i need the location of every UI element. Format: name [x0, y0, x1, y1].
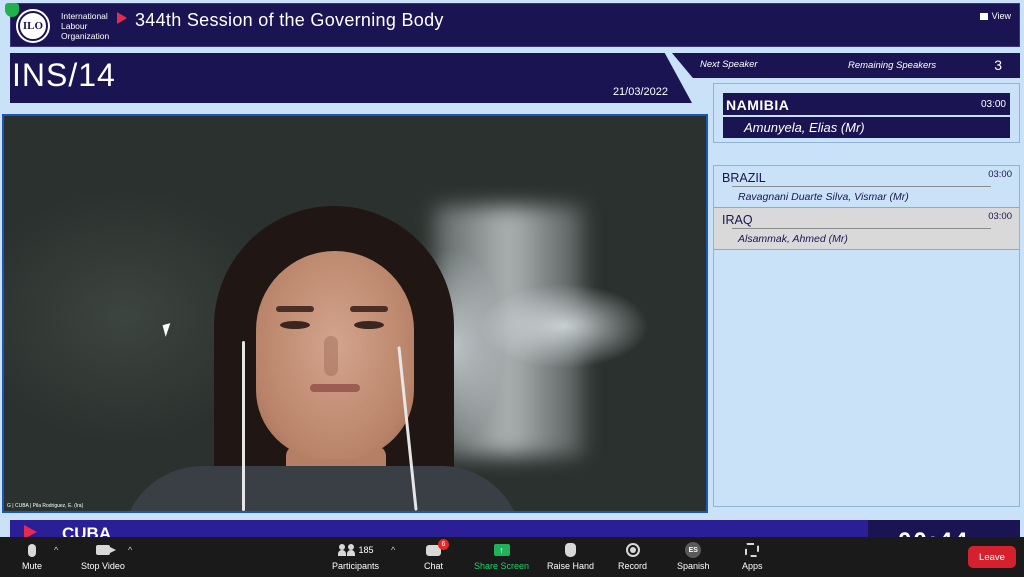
raise-hand-label: Raise Hand	[547, 561, 595, 571]
divider	[732, 228, 991, 229]
agenda-item-code: INS/14	[12, 57, 116, 93]
participants-icon	[337, 544, 355, 556]
agenda-date: 21/03/2022	[612, 86, 668, 98]
share-screen-button[interactable]: ↑ Share Screen	[474, 541, 529, 571]
next-speaker-person-bar: Amunyela, Elias (Mr)	[723, 117, 1010, 138]
speaker-time: 03:00	[988, 211, 1012, 222]
divider	[732, 186, 991, 187]
next-speaker-country-bar: NAMIBIA 03:00	[723, 93, 1010, 115]
language-button[interactable]: ES Spanish	[677, 541, 710, 571]
participant-label: G | CUBA | Pila Rodriguez, E. (Ira)	[7, 503, 84, 509]
record-label: Record	[618, 561, 648, 571]
session-header: ILO International Labour Organization 34…	[5, 3, 1020, 47]
chat-button[interactable]: 6 Chat	[424, 538, 449, 571]
speaker-person: Ravagnani Duarte Silva, Vismar (Mr)	[738, 191, 909, 203]
background-light	[434, 206, 584, 456]
participants-label: Participants	[332, 561, 380, 571]
participant-nose	[324, 336, 338, 376]
play-icon	[117, 12, 127, 24]
chat-label: Chat	[424, 561, 444, 571]
raise-hand-button[interactable]: Raise Hand	[547, 541, 594, 571]
mute-label: Mute	[22, 561, 43, 571]
language-icon: ES	[685, 542, 702, 558]
next-speaker-header: Next Speaker Remaining Speakers 3	[672, 53, 1020, 78]
participants-button[interactable]: 185 Participants	[332, 541, 379, 571]
remaining-speakers-count: 3	[994, 57, 1002, 73]
video-feed[interactable]: G | CUBA | Pila Rodriguez, E. (Ira)	[2, 114, 708, 513]
participant-brow-right	[350, 306, 388, 312]
session-title: 344th Session of the Governing Body	[135, 10, 444, 30]
apps-icon	[745, 543, 760, 557]
speaker-person: Alsammak, Ahmed (Mr)	[738, 233, 848, 245]
speaker-time: 03:00	[988, 169, 1012, 180]
share-screen-label: Share Screen	[474, 561, 530, 571]
stop-video-button[interactable]: Stop Video	[81, 541, 125, 571]
chevron-up-icon[interactable]: ^	[54, 545, 58, 555]
record-icon	[625, 543, 640, 557]
next-speaker-person: Amunyela, Elias (Mr)	[744, 120, 865, 135]
speaker-country: IRAQ	[722, 213, 753, 227]
remaining-speakers-label: Remaining Speakers	[848, 60, 937, 71]
meeting-toolbar: Mute ^ Stop Video ^ 185 Participants ^ 6…	[0, 537, 1024, 577]
earphone-cable-left	[242, 341, 245, 511]
view-label: View	[991, 11, 1011, 21]
apps-label: Apps	[742, 561, 763, 571]
hand-icon	[565, 543, 577, 557]
share-screen-icon: ↑	[493, 544, 510, 556]
ilo-logo: ILO	[14, 7, 52, 45]
microphone-icon	[28, 543, 36, 557]
next-speaker-card: NAMIBIA 03:00 Amunyela, Elias (Mr)	[713, 83, 1020, 143]
next-speaker-time: 03:00	[980, 99, 1006, 110]
participant-eye-right	[354, 321, 384, 329]
participant-brow-left	[276, 306, 314, 312]
mute-button[interactable]: Mute	[22, 541, 42, 571]
list-item: IRAQ 03:00 Alsammak, Ahmed (Mr)	[714, 208, 1019, 250]
participant-mouth	[310, 384, 360, 392]
participants-count: 185	[358, 545, 374, 555]
speaker-country: BRAZIL	[722, 171, 766, 185]
participant-shoulders	[122, 466, 522, 511]
speaker-list: BRAZIL 03:00 Ravagnani Duarte Silva, Vis…	[713, 165, 1020, 507]
stop-video-label: Stop Video	[81, 561, 125, 571]
participant-eye-left	[280, 321, 310, 329]
view-button[interactable]: View	[979, 11, 1011, 21]
chat-badge: 6	[438, 538, 449, 550]
chevron-up-icon[interactable]: ^	[391, 545, 395, 555]
language-label: Spanish	[677, 561, 710, 571]
grid-icon	[979, 12, 988, 20]
next-speaker-label: Next Speaker	[700, 59, 758, 70]
record-button[interactable]: Record	[618, 541, 647, 571]
chevron-up-icon[interactable]: ^	[128, 545, 132, 555]
agenda-item-bar: INS/14 21/03/2022	[10, 53, 692, 103]
apps-button[interactable]: Apps	[742, 541, 763, 571]
leave-button[interactable]: Leave	[968, 546, 1016, 568]
shield-icon	[5, 3, 19, 17]
next-speaker-country: NAMIBIA	[726, 97, 790, 113]
ilo-logo-text: ILO	[18, 11, 48, 41]
list-item: BRAZIL 03:00 Ravagnani Duarte Silva, Vis…	[714, 166, 1019, 208]
video-camera-icon	[95, 545, 116, 555]
mouse-cursor-icon	[162, 323, 174, 337]
chat-icon: 6	[426, 538, 449, 556]
